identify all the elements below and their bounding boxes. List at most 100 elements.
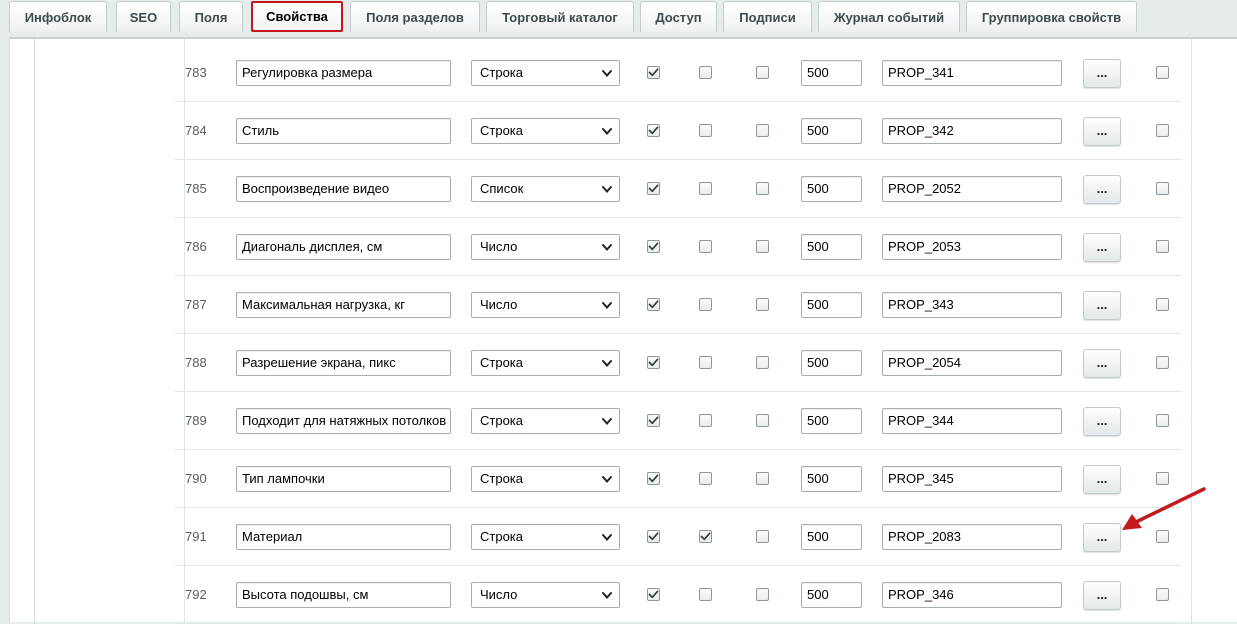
chevron-down-icon (602, 186, 612, 194)
tab-access[interactable]: Доступ (640, 1, 717, 32)
required-checkbox[interactable] (756, 298, 769, 311)
multiple-checkbox[interactable] (699, 472, 712, 485)
sort-input[interactable]: 500 (801, 292, 862, 318)
sort-input[interactable]: 500 (801, 350, 862, 376)
tab-event-log[interactable]: Журнал событий (818, 1, 960, 32)
active-checkbox[interactable] (647, 588, 660, 601)
required-checkbox[interactable] (756, 472, 769, 485)
multiple-checkbox[interactable] (699, 124, 712, 137)
tab-section-fields[interactable]: Поля разделов (350, 1, 480, 32)
property-name-input[interactable]: Высота подошвы, см (236, 582, 451, 608)
active-checkbox[interactable] (647, 414, 660, 427)
property-type-select[interactable]: Число (471, 582, 620, 608)
delete-checkbox[interactable] (1156, 124, 1169, 137)
required-checkbox[interactable] (756, 414, 769, 427)
delete-checkbox[interactable] (1156, 472, 1169, 485)
active-checkbox[interactable] (647, 66, 660, 79)
property-type-select[interactable]: Строка (471, 408, 620, 434)
property-code-input[interactable]: PROP_342 (882, 118, 1062, 144)
sort-input[interactable]: 500 (801, 524, 862, 550)
more-settings-button[interactable]: ... (1083, 465, 1121, 494)
property-type-select[interactable]: Строка (471, 60, 620, 86)
property-name-input[interactable]: Подходит для натяжных потолков (236, 408, 451, 434)
active-checkbox[interactable] (647, 356, 660, 369)
property-name-input[interactable]: Диагональ дисплея, см (236, 234, 451, 260)
property-type-select[interactable]: Строка (471, 524, 620, 550)
delete-checkbox[interactable] (1156, 240, 1169, 253)
multiple-checkbox[interactable] (699, 240, 712, 253)
active-checkbox[interactable] (647, 124, 660, 137)
property-name-input[interactable]: Регулировка размера (236, 60, 451, 86)
sort-input[interactable]: 500 (801, 176, 862, 202)
property-code-input[interactable]: PROP_345 (882, 466, 1062, 492)
more-settings-button[interactable]: ... (1083, 349, 1121, 378)
property-code-input[interactable]: PROP_2054 (882, 350, 1062, 376)
multiple-checkbox[interactable] (699, 530, 712, 543)
required-checkbox[interactable] (756, 530, 769, 543)
delete-checkbox[interactable] (1156, 66, 1169, 79)
property-type-select[interactable]: Строка (471, 350, 620, 376)
sort-input[interactable]: 500 (801, 408, 862, 434)
property-type-select[interactable]: Строка (471, 466, 620, 492)
more-settings-button[interactable]: ... (1083, 117, 1121, 146)
property-code-input[interactable]: PROP_2053 (882, 234, 1062, 260)
property-type-select[interactable]: Строка (471, 118, 620, 144)
more-settings-button[interactable]: ... (1083, 523, 1121, 552)
property-name-input[interactable]: Воспроизведение видео (236, 176, 451, 202)
property-code-input[interactable]: PROP_344 (882, 408, 1062, 434)
property-code-input[interactable]: PROP_343 (882, 292, 1062, 318)
delete-checkbox[interactable] (1156, 588, 1169, 601)
property-name-input[interactable]: Разрешение экрана, пикс (236, 350, 451, 376)
required-checkbox[interactable] (756, 240, 769, 253)
property-type-select[interactable]: Список (471, 176, 620, 202)
active-checkbox[interactable] (647, 472, 660, 485)
active-checkbox[interactable] (647, 298, 660, 311)
tab-infoblock[interactable]: Инфоблок (9, 1, 107, 32)
sort-input[interactable]: 500 (801, 466, 862, 492)
property-type-select[interactable]: Число (471, 234, 620, 260)
property-name-input[interactable]: Материал (236, 524, 451, 550)
multiple-checkbox[interactable] (699, 66, 712, 79)
tab-trade-catalog[interactable]: Торговый каталог (486, 1, 634, 32)
more-settings-button[interactable]: ... (1083, 407, 1121, 436)
tab-properties[interactable]: Свойства (251, 1, 343, 32)
tab-fields[interactable]: Поля (179, 1, 243, 32)
property-name-input[interactable]: Тип лампочки (236, 466, 451, 492)
property-code-input[interactable]: PROP_341 (882, 60, 1062, 86)
required-checkbox[interactable] (756, 66, 769, 79)
more-settings-button[interactable]: ... (1083, 175, 1121, 204)
active-checkbox[interactable] (647, 240, 660, 253)
tab-property-grouping[interactable]: Группировка свойств (966, 1, 1137, 32)
multiple-checkbox[interactable] (699, 414, 712, 427)
required-checkbox[interactable] (756, 356, 769, 369)
tab-seo[interactable]: SEO (116, 1, 171, 32)
multiple-checkbox[interactable] (699, 298, 712, 311)
active-checkbox[interactable] (647, 530, 660, 543)
property-name-input[interactable]: Максимальная нагрузка, кг (236, 292, 451, 318)
property-name-input[interactable]: Стиль (236, 118, 451, 144)
tab-captions[interactable]: Подписи (723, 1, 812, 32)
multiple-checkbox[interactable] (699, 588, 712, 601)
delete-checkbox[interactable] (1156, 356, 1169, 369)
required-checkbox[interactable] (756, 124, 769, 137)
required-checkbox[interactable] (756, 588, 769, 601)
required-checkbox[interactable] (756, 182, 769, 195)
delete-checkbox[interactable] (1156, 298, 1169, 311)
sort-input[interactable]: 500 (801, 60, 862, 86)
sort-input[interactable]: 500 (801, 118, 862, 144)
more-settings-button[interactable]: ... (1083, 59, 1121, 88)
sort-input[interactable]: 500 (801, 234, 862, 260)
more-settings-button[interactable]: ... (1083, 291, 1121, 320)
property-code-input[interactable]: PROP_2083 (882, 524, 1062, 550)
more-settings-button[interactable]: ... (1083, 233, 1121, 262)
multiple-checkbox[interactable] (699, 182, 712, 195)
sort-input[interactable]: 500 (801, 582, 862, 608)
property-code-input[interactable]: PROP_346 (882, 582, 1062, 608)
multiple-checkbox[interactable] (699, 356, 712, 369)
property-code-input[interactable]: PROP_2052 (882, 176, 1062, 202)
delete-checkbox[interactable] (1156, 414, 1169, 427)
delete-checkbox[interactable] (1156, 182, 1169, 195)
property-type-select[interactable]: Число (471, 292, 620, 318)
more-settings-button[interactable]: ... (1083, 581, 1121, 610)
active-checkbox[interactable] (647, 182, 660, 195)
